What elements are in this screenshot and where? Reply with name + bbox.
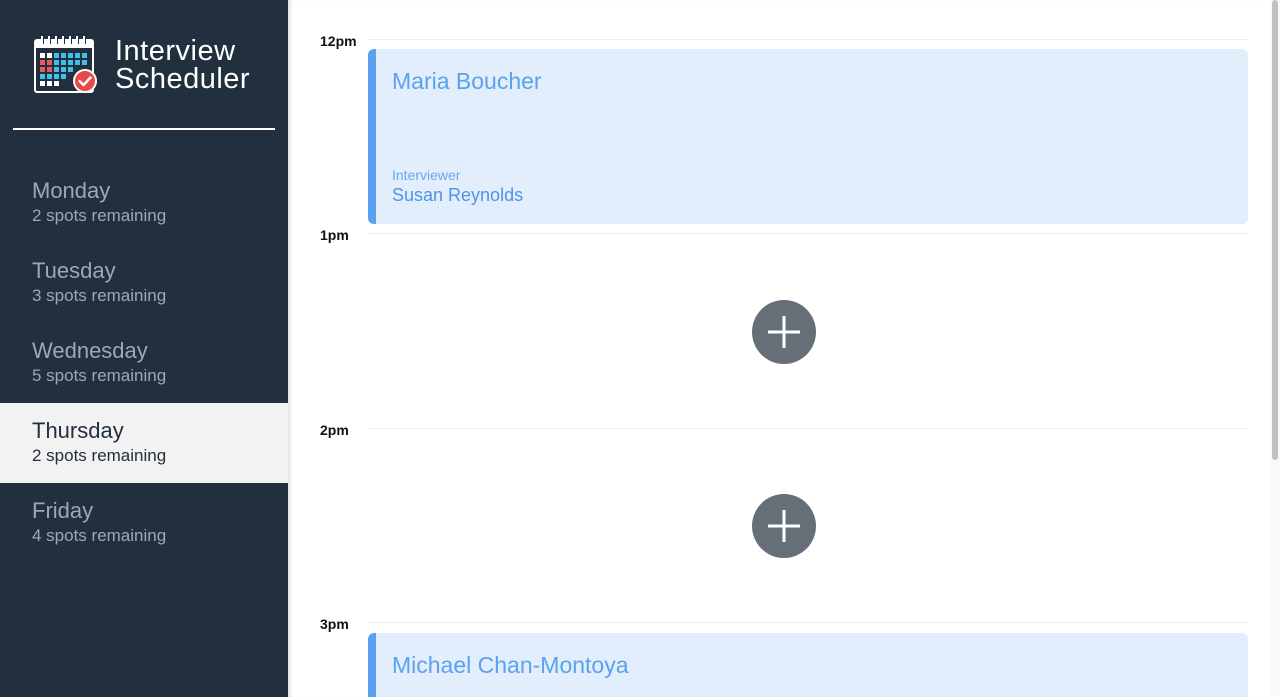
day-name: Friday xyxy=(32,498,94,523)
slot-divider xyxy=(368,39,1248,40)
slot-divider xyxy=(368,622,1248,623)
day-item-thursday[interactable]: Thursday 2 spots remaining xyxy=(0,403,288,483)
day-spots: 3 spots remaining xyxy=(32,286,167,305)
day-item-tuesday[interactable]: Tuesday 3 spots remaining xyxy=(0,243,288,323)
day-name: Wednesday xyxy=(32,338,148,363)
plus-icon xyxy=(768,510,800,542)
app-title-line2: Scheduler xyxy=(115,63,251,95)
slot-divider xyxy=(368,233,1248,234)
scrollbar-thumb[interactable] xyxy=(1272,0,1278,460)
calendar-check-icon xyxy=(34,36,97,93)
slot-divider xyxy=(368,428,1248,429)
scrollbar[interactable] xyxy=(1270,0,1280,697)
student-name: Michael Chan-Montoya xyxy=(392,652,629,678)
day-item-monday[interactable]: Monday 2 spots remaining xyxy=(0,163,288,243)
app-root: Interview Scheduler Monday 2 spots remai… xyxy=(0,0,1280,697)
day-spots: 2 spots remaining xyxy=(32,206,167,225)
time-label-12pm: 12pm xyxy=(320,33,357,49)
appointment-card[interactable]: Michael Chan-Montoya xyxy=(368,633,1248,697)
day-item-wednesday[interactable]: Wednesday 5 spots remaining xyxy=(0,323,288,403)
day-item-friday[interactable]: Friday 4 spots remaining xyxy=(0,483,288,563)
schedule: 12pm Maria Boucher Interviewer Susan Rey… xyxy=(288,0,1280,697)
student-name: Maria Boucher xyxy=(392,68,542,94)
day-name: Tuesday xyxy=(32,258,116,283)
interviewer-name: Susan Reynolds xyxy=(392,185,524,205)
time-label-2pm: 2pm xyxy=(320,422,349,438)
sidebar: Interview Scheduler Monday 2 spots remai… xyxy=(0,0,288,697)
day-name: Monday xyxy=(32,178,111,203)
add-appointment-button[interactable] xyxy=(752,494,816,558)
day-name: Thursday xyxy=(32,418,124,443)
plus-icon xyxy=(768,316,800,348)
time-label-3pm: 3pm xyxy=(320,616,349,632)
day-spots: 2 spots remaining xyxy=(32,446,167,465)
interviewer-label: Interviewer xyxy=(392,167,461,183)
day-spots: 4 spots remaining xyxy=(32,526,167,545)
time-label-1pm: 1pm xyxy=(320,227,349,243)
app-title: Interview Scheduler xyxy=(115,35,251,95)
sidebar-divider xyxy=(13,128,275,130)
day-spots: 5 spots remaining xyxy=(32,366,167,385)
appointment-card[interactable]: Maria Boucher Interviewer Susan Reynolds xyxy=(368,49,1248,224)
day-list: Monday 2 spots remaining Tuesday 3 spots… xyxy=(0,163,288,563)
add-appointment-button[interactable] xyxy=(752,300,816,364)
app-title-line1: Interview xyxy=(115,35,236,67)
brand: Interview Scheduler xyxy=(33,34,250,96)
